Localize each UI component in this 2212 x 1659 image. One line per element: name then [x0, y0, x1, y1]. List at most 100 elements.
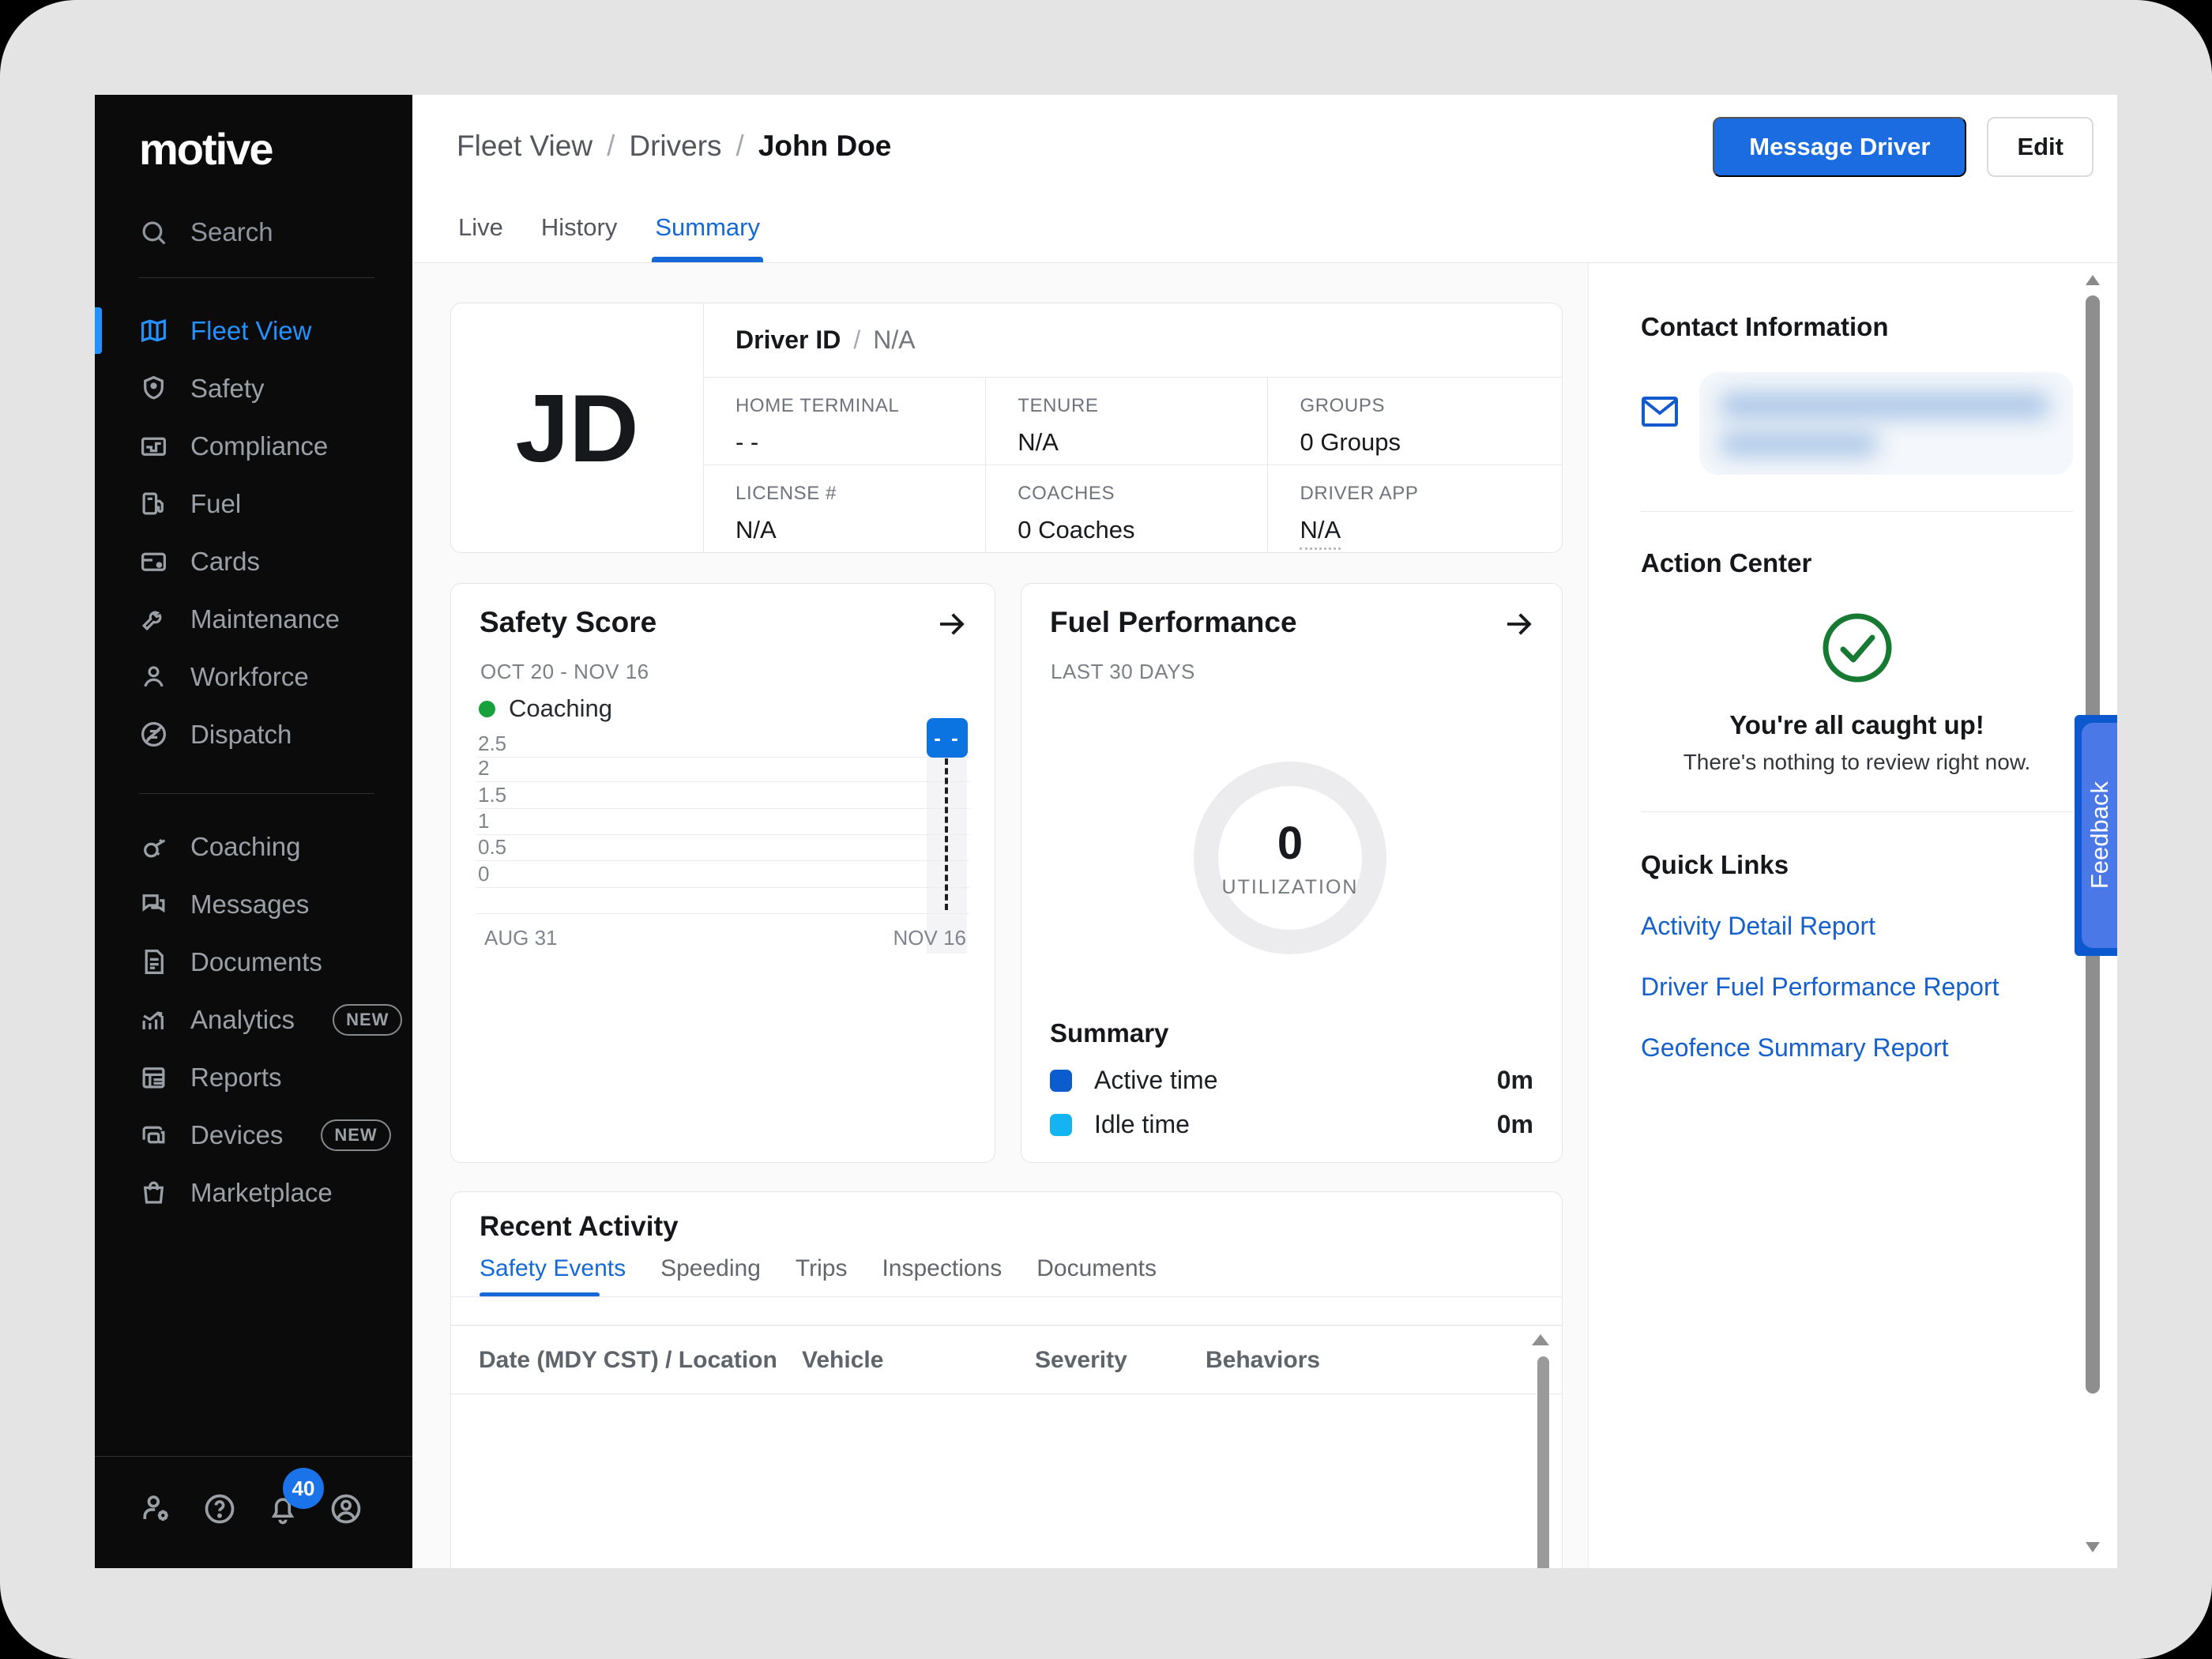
table-scrollbar-up-arrow[interactable]	[1532, 1334, 1549, 1345]
sidebar-divider	[139, 793, 374, 794]
sidebar-item-documents[interactable]: Documents	[95, 933, 412, 991]
safety-score-date-range: OCT 20 - NOV 16	[480, 660, 649, 684]
sidebar-item-dispatch[interactable]: Dispatch	[95, 705, 412, 763]
profile-icon[interactable]	[329, 1492, 363, 1530]
y-tick: 2.5	[478, 732, 506, 756]
help-icon[interactable]	[202, 1492, 237, 1530]
table-scrollbar-thumb[interactable]	[1537, 1356, 1549, 1568]
table-top-border	[451, 1325, 1562, 1326]
tab-inspections[interactable]: Inspections	[882, 1255, 1002, 1282]
scrollbar-down-arrow[interactable]	[2086, 1542, 2100, 1552]
sidebar-item-analytics[interactable]: Analytics NEW	[95, 991, 412, 1048]
action-center-title: Action Center	[1641, 548, 2073, 578]
chart-tooltip: - -	[927, 718, 968, 758]
sidebar-item-label: Workforce	[190, 662, 309, 692]
edit-button[interactable]: Edit	[1987, 117, 2094, 177]
field-groups: GROUPS 0 Groups	[1268, 378, 1562, 465]
main-content: JD Driver ID / N/A HOME TERMINAL - - TEN…	[412, 263, 1588, 1568]
y-tick: 0	[478, 862, 489, 886]
right-panel: Contact Information Action Center You're…	[1588, 263, 2117, 1568]
tab-summary[interactable]: Summary	[655, 213, 760, 262]
message-driver-button[interactable]: Message Driver	[1713, 117, 1966, 177]
header-actions: Message Driver Edit	[1713, 117, 2094, 177]
document-icon	[139, 947, 168, 976]
notifications-bell-icon[interactable]: 40	[265, 1492, 300, 1530]
tab-trips[interactable]: Trips	[796, 1255, 848, 1282]
idle-time-swatch	[1050, 1114, 1072, 1136]
sidebar-item-cards[interactable]: Cards	[95, 532, 412, 590]
sidebar-item-compliance[interactable]: Compliance	[95, 417, 412, 475]
link-driver-fuel-performance-report[interactable]: Driver Fuel Performance Report	[1641, 972, 2073, 1002]
breadcrumb-drivers[interactable]: Drivers	[629, 130, 721, 163]
utilization-label: UTILIZATION	[1222, 876, 1359, 899]
feedback-tab[interactable]: Feedback	[2075, 715, 2117, 956]
safety-score-card: Safety Score OCT 20 - NOV 16 Coaching 2.…	[450, 583, 995, 1163]
sidebar-nav-secondary: Coaching Messages Documents Analytics NE…	[95, 818, 412, 1221]
panel-divider	[1641, 511, 2073, 512]
shopping-bag-icon	[139, 1178, 168, 1207]
safety-score-arrow-link[interactable]	[935, 608, 968, 645]
y-tick: 1	[478, 809, 489, 833]
sidebar-item-workforce[interactable]: Workforce	[95, 648, 412, 705]
sidebar-search[interactable]: Search	[139, 217, 412, 247]
sidebar-item-label: Documents	[190, 947, 322, 977]
safety-score-title: Safety Score	[480, 606, 656, 639]
logbook-icon	[139, 431, 168, 461]
idle-time-value: 0m	[1497, 1110, 1533, 1139]
fuel-performance-date-range: LAST 30 DAYS	[1051, 660, 1195, 684]
breadcrumb-separator: /	[607, 130, 615, 163]
link-activity-detail-report[interactable]: Activity Detail Report	[1641, 912, 2073, 941]
notification-count-badge: 40	[283, 1468, 324, 1509]
field-tenure: TENURE N/A	[986, 378, 1268, 465]
sidebar-item-label: Coaching	[190, 832, 300, 862]
driver-id-value: N/A	[873, 325, 915, 355]
breadcrumb: Fleet View / Drivers / John Doe	[457, 130, 891, 163]
map-icon	[139, 316, 168, 345]
sidebar-item-safety[interactable]: Safety	[95, 359, 412, 417]
utilization-value: 0	[1277, 817, 1303, 870]
chat-bubbles-icon	[139, 890, 168, 919]
field-coaches: COACHES 0 Coaches	[986, 465, 1268, 553]
sidebar-item-maintenance[interactable]: Maintenance	[95, 590, 412, 648]
active-time-swatch	[1050, 1070, 1072, 1092]
tab-safety-events[interactable]: Safety Events	[480, 1255, 626, 1282]
sidebar-item-label: Cards	[190, 547, 260, 577]
breadcrumb-separator: /	[736, 130, 744, 163]
sidebar-item-coaching[interactable]: Coaching	[95, 818, 412, 875]
scrollbar-up-arrow[interactable]	[2086, 275, 2100, 285]
sidebar-item-marketplace[interactable]: Marketplace	[95, 1164, 412, 1221]
action-center-subtext: There's nothing to review right now.	[1641, 750, 2073, 775]
tab-documents[interactable]: Documents	[1036, 1255, 1157, 1282]
tab-history[interactable]: History	[541, 213, 617, 262]
driver-id-label: Driver ID	[735, 325, 841, 355]
new-badge: NEW	[321, 1119, 390, 1151]
breadcrumb-fleet-view[interactable]: Fleet View	[457, 130, 592, 163]
fuel-summary-title: Summary	[1050, 1018, 1168, 1048]
legend-label: Coaching	[509, 694, 612, 723]
search-icon	[139, 218, 168, 247]
utilization-donut-chart: 0 UTILIZATION	[1194, 762, 1386, 954]
tab-speeding[interactable]: Speeding	[660, 1255, 761, 1282]
safety-score-legend: Coaching	[479, 694, 612, 723]
sidebar-item-label: Marketplace	[190, 1178, 333, 1208]
column-behaviors: Behaviors	[1206, 1347, 1320, 1374]
link-geofence-summary-report[interactable]: Geofence Summary Report	[1641, 1033, 2073, 1063]
tabs-divider	[451, 1296, 1562, 1297]
sidebar-item-label: Devices	[190, 1120, 283, 1150]
active-time-label: Active time	[1094, 1066, 1217, 1095]
admin-settings-icon[interactable]	[139, 1492, 174, 1530]
fuel-performance-arrow-link[interactable]	[1502, 608, 1535, 645]
quick-links-title: Quick Links	[1641, 850, 2073, 880]
active-indicator-bar	[95, 307, 102, 354]
sidebar-item-label: Fuel	[190, 489, 241, 519]
sidebar-item-devices[interactable]: Devices NEW	[95, 1106, 412, 1164]
tab-live[interactable]: Live	[458, 213, 503, 262]
sidebar-item-fleet-view[interactable]: Fleet View	[95, 302, 412, 359]
sidebar-item-messages[interactable]: Messages	[95, 875, 412, 933]
action-center-body: You're all caught up! There's nothing to…	[1641, 608, 2073, 775]
sidebar-item-label: Dispatch	[190, 720, 292, 750]
sidebar-footer: 40	[95, 1456, 412, 1568]
safety-score-chart: 2.5 2 1.5 1 0.5 0 - - AUG 31 NOV 16	[476, 757, 969, 954]
sidebar-item-reports[interactable]: Reports	[95, 1048, 412, 1106]
sidebar-item-fuel[interactable]: Fuel	[95, 475, 412, 532]
